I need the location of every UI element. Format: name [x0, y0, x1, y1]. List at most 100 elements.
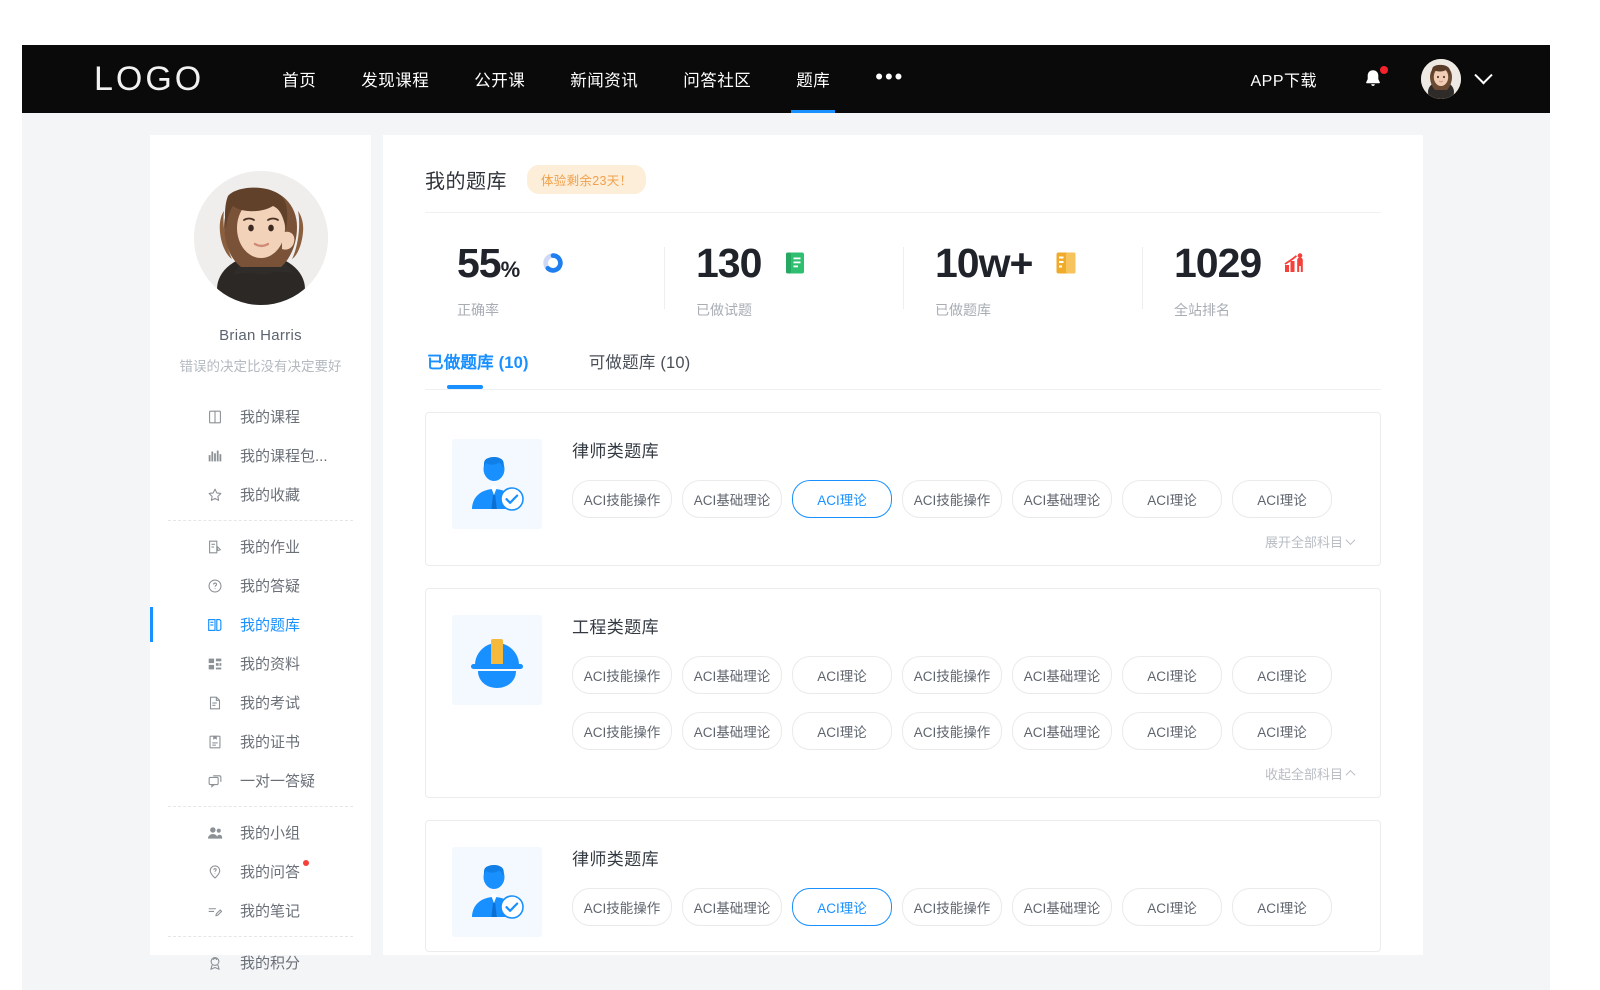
sidebar-item-6[interactable]: 我的资料 [150, 644, 371, 683]
nav-more-icon[interactable]: ••• [875, 72, 904, 82]
stat-value: 55% [457, 243, 519, 284]
qa-pin-icon [206, 863, 224, 881]
tab-1[interactable]: 可做题库 (10) [587, 343, 693, 389]
question-bank-card[interactable]: 工程类题库ACI技能操作ACI基础理论ACI理论ACI技能操作ACI基础理论AC… [425, 588, 1381, 798]
subject-tag[interactable]: ACI基础理论 [682, 480, 782, 518]
sidebar-item-3[interactable]: 我的作业 [150, 527, 371, 566]
card-body: 工程类题库ACI技能操作ACI基础理论ACI理论ACI技能操作ACI基础理论AC… [542, 613, 1354, 783]
site-logo[interactable]: LOGO [94, 60, 204, 99]
nav-item-1[interactable]: 发现课程 [361, 45, 429, 113]
card-footer: 收起全部科目 [572, 764, 1354, 783]
sidebar-item-13[interactable]: 我的积分 [150, 943, 371, 982]
nav-item-label: 公开课 [474, 67, 525, 91]
sidebar-item-label: 我的作业 [240, 536, 300, 557]
tag-row-0: ACI技能操作 ACI基础理论 ACI理论 ACI技能操作 ACI基础理论 ACI理论 AC… [572, 656, 1354, 694]
stat-card-3: 1029全站排名 [1142, 239, 1381, 323]
sidebar-item-label: 我的题库 [240, 614, 300, 635]
sidebar-item-4[interactable]: 我的答疑 [150, 566, 371, 605]
sidebar-item-0[interactable]: 我的课程 [150, 397, 371, 436]
green-book-icon [783, 251, 807, 275]
subject-tag[interactable]: ACI技能操作 [902, 888, 1002, 926]
subject-tag[interactable]: ACI理论 [792, 712, 892, 750]
chat-one-icon [206, 772, 224, 790]
sidebar-item-2[interactable]: 我的收藏 [150, 475, 371, 514]
question-bank-list: 律师类题库ACI技能操作ACI基础理论ACI理论ACI技能操作ACI基础理论AC… [425, 412, 1381, 952]
subject-tag[interactable]: ACI理论 [1232, 656, 1332, 694]
subject-tag[interactable]: ACI技能操作 [572, 480, 672, 518]
trial-badge: 体验剩余23天！ [527, 165, 646, 194]
nav-item-0[interactable]: 首页 [282, 45, 316, 113]
tab-0[interactable]: 已做题库 (10) [425, 343, 531, 389]
tab-label: 可做题库 (10) [589, 354, 691, 372]
subject-tag[interactable]: ACI基础理论 [1012, 656, 1112, 694]
subject-tag[interactable]: ACI基础理论 [682, 712, 782, 750]
subject-tag[interactable]: ACI技能操作 [572, 712, 672, 750]
subject-tag[interactable]: ACI基础理论 [682, 888, 782, 926]
card-title: 律师类题库 [572, 845, 1354, 870]
notification-dot [1380, 66, 1388, 74]
subject-tag[interactable]: ACI理论 [1232, 888, 1332, 926]
subject-tag[interactable]: ACI基础理论 [1012, 480, 1112, 518]
sidebar: Brian Harris 错误的决定比没有决定要好 我的课程我的课程包...我的… [150, 135, 371, 955]
nav-item-4[interactable]: 问答社区 [683, 45, 751, 113]
sidebar-item-5[interactable]: 我的题库 [150, 605, 371, 644]
subject-tag[interactable]: ACI基础理论 [1012, 888, 1112, 926]
tag-row-0: ACI技能操作 ACI基础理论 ACI理论 ACI技能操作 ACI基础理论 ACI理论 AC… [572, 480, 1354, 518]
card-title: 工程类题库 [572, 613, 1354, 638]
question-bank-card[interactable]: 律师类题库 ACI技能操作 ACI基础理论 ACI理论 ACI技能操作 ACI基础理论 AC… [425, 820, 1381, 952]
subject-tag[interactable]: ACI理论 [1232, 712, 1332, 750]
stat-label: 正确率 [457, 300, 664, 320]
sidebar-item-11[interactable]: 我的问答 [150, 852, 371, 891]
subject-tag[interactable]: ACI技能操作 [572, 656, 672, 694]
nav-item-5[interactable]: 题库 [796, 45, 830, 113]
sidebar-avatar [194, 171, 328, 305]
note-pen-icon [206, 902, 224, 920]
nav-item-3[interactable]: 新闻资讯 [570, 45, 638, 113]
subject-tag[interactable]: ACI基础理论 [1012, 712, 1112, 750]
sidebar-item-10[interactable]: 我的小组 [150, 813, 371, 852]
collapse-subjects-link[interactable]: 收起全部科目 [1265, 764, 1354, 783]
subject-tag[interactable]: ACI技能操作 [902, 656, 1002, 694]
subject-tag[interactable]: ACI理论 [1232, 480, 1332, 518]
sidebar-item-label: 我的课程 [240, 406, 300, 427]
sidebar-item-label: 我的资料 [240, 653, 300, 674]
subject-tag[interactable]: ACI技能操作 [572, 888, 672, 926]
stat-unit: % [501, 257, 520, 282]
app-download-link[interactable]: APP下载 [1250, 67, 1317, 91]
stats-row: 55%正确率130已做试题10w+已做题库1029全站排名 [425, 227, 1381, 335]
question-bank-icon [206, 616, 224, 634]
sidebar-item-1[interactable]: 我的课程包... [150, 436, 371, 475]
card-body: 律师类题库 ACI技能操作 ACI基础理论 ACI理论 ACI技能操作 ACI基础理论 AC… [542, 845, 1354, 937]
stat-value: 10w+ [935, 243, 1032, 284]
sidebar-item-7[interactable]: 我的考试 [150, 683, 371, 722]
sidebar-item-8[interactable]: 我的证书 [150, 722, 371, 761]
subject-tag[interactable]: ACI理论 [792, 480, 892, 518]
stat-top: 10w+ [935, 243, 1142, 284]
subject-tag[interactable]: ACI理论 [1122, 480, 1222, 518]
lawyer-icon [452, 847, 542, 937]
nav-item-label: 题库 [796, 67, 830, 91]
sidebar-item-9[interactable]: 一对一答疑 [150, 761, 371, 800]
nav-item-2[interactable]: 公开课 [474, 45, 525, 113]
user-avatar[interactable] [1421, 59, 1461, 99]
subject-tag[interactable]: ACI理论 [1122, 656, 1222, 694]
stat-label: 已做试题 [696, 300, 903, 320]
stat-value: 1029 [1174, 243, 1261, 284]
question-bank-card[interactable]: 律师类题库ACI技能操作ACI基础理论ACI理论ACI技能操作ACI基础理论AC… [425, 412, 1381, 566]
subject-tag[interactable]: ACI技能操作 [902, 712, 1002, 750]
sidebar-item-label: 我的问答 [240, 861, 300, 882]
notification-bell-button[interactable] [1361, 67, 1385, 91]
chevron-down-icon[interactable] [1474, 66, 1492, 84]
subject-tag[interactable]: ACI理论 [792, 888, 892, 926]
subject-tag[interactable]: ACI基础理论 [682, 656, 782, 694]
subject-tag[interactable]: ACI技能操作 [902, 480, 1002, 518]
sidebar-item-12[interactable]: 我的笔记 [150, 891, 371, 930]
subject-tag[interactable]: ACI理论 [1122, 888, 1222, 926]
expand-subjects-link[interactable]: 展开全部科目 [1265, 532, 1354, 551]
orange-book-icon [1054, 251, 1078, 275]
subject-tag[interactable]: ACI理论 [792, 656, 892, 694]
sidebar-item-label: 我的收藏 [240, 484, 300, 505]
subject-tag[interactable]: ACI理论 [1122, 712, 1222, 750]
main-nav: 首页发现课程 公开课 新闻资讯问答社区 题库 ••• [282, 45, 904, 113]
app-root: LOGO 首页发现课程 公开课 新闻资讯问答社区 题库 ••• APP下载 [0, 0, 1600, 990]
